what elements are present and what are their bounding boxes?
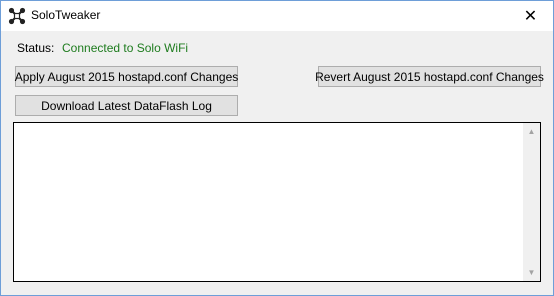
status-value: Connected to Solo WiFi [62, 41, 189, 55]
status-label: Status: [17, 41, 55, 55]
scroll-up-icon[interactable]: ▲ [523, 123, 540, 140]
scroll-down-icon[interactable]: ▼ [523, 264, 540, 281]
close-button[interactable]: ✕ [508, 1, 553, 31]
apply-changes-button[interactable]: Apply August 2015 hostapd.conf Changes [15, 66, 238, 87]
revert-changes-button[interactable]: Revert August 2015 hostapd.conf Changes [315, 66, 544, 87]
log-textbox[interactable]: ▲ ▼ [13, 122, 541, 282]
main-window: SoloTweaker ✕ Status: Connected to Solo … [0, 0, 554, 296]
close-icon: ✕ [523, 8, 538, 25]
title-bar[interactable]: SoloTweaker ✕ [1, 1, 553, 31]
download-log-button[interactable]: Download Latest DataFlash Log [15, 95, 238, 116]
window-title: SoloTweaker [31, 8, 101, 22]
vertical-scrollbar[interactable]: ▲ ▼ [523, 123, 540, 281]
drone-icon [8, 7, 26, 25]
